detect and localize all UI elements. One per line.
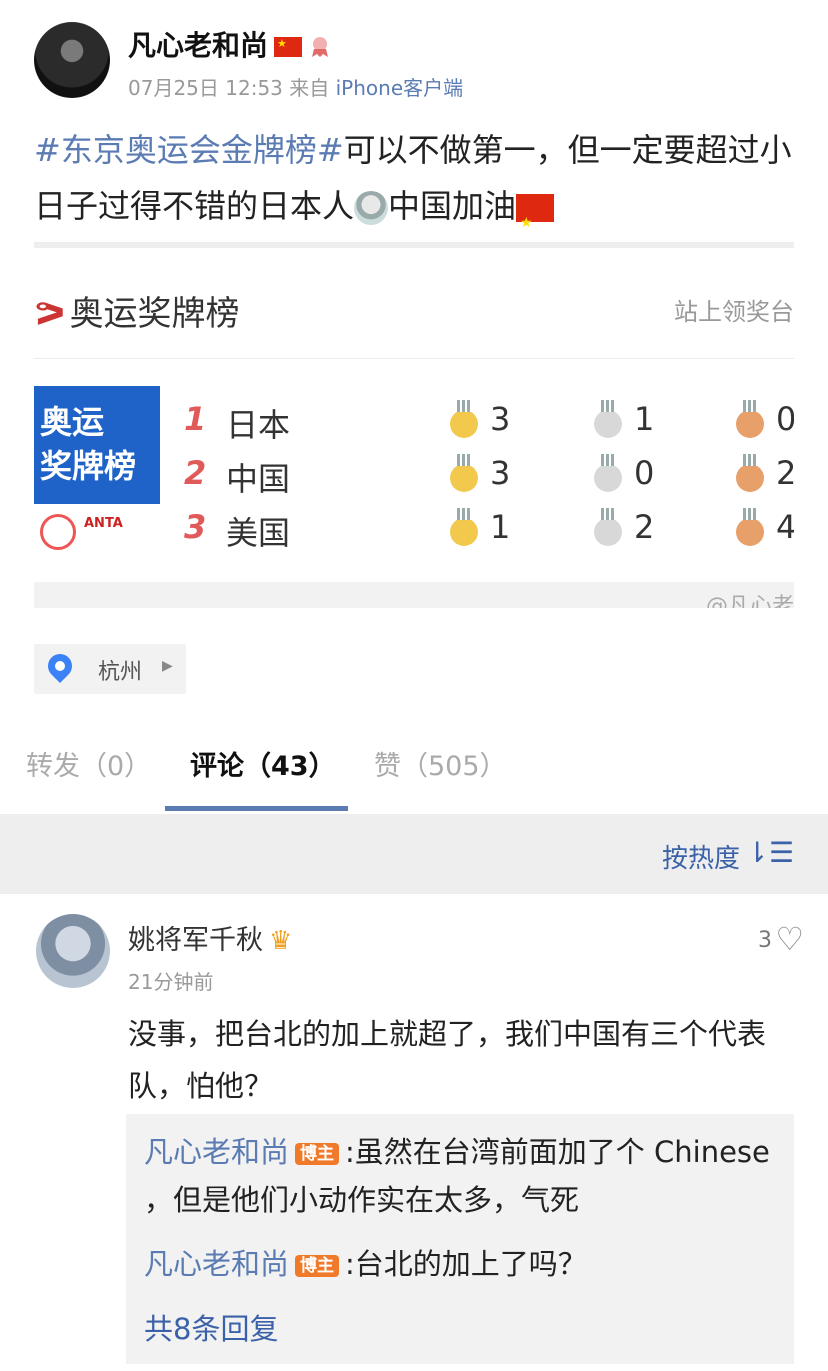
location-pin-icon xyxy=(43,649,77,683)
commenter-name[interactable]: 姚将军千秋 xyxy=(128,925,263,956)
gold-count: 3 xyxy=(490,454,511,492)
active-tab-indicator xyxy=(165,806,348,811)
olympic-rings-icon xyxy=(40,514,76,550)
post-meta: 07月25日 12:53 来自 iPhone客户端 xyxy=(128,72,463,101)
bronze-count: 4 xyxy=(776,508,794,546)
ribbon-badge-icon xyxy=(312,37,329,57)
cut-logo-icon: ᕗ xyxy=(34,294,66,334)
author-avatar[interactable] xyxy=(34,22,110,98)
olympic-medal-logo: 奥运 奖牌榜 ANTA xyxy=(34,386,160,556)
reply-author[interactable]: 凡心老和尚 xyxy=(144,1247,289,1281)
silver-medal-icon xyxy=(594,400,622,438)
country-name: 美国 xyxy=(226,514,291,552)
silver-count: 2 xyxy=(634,508,655,546)
gold-medal-icon xyxy=(450,508,478,546)
silver-count: 1 xyxy=(634,400,655,438)
medal-row: 2 中国 3 0 2 xyxy=(184,448,794,498)
image-bottom-strip xyxy=(34,582,794,608)
location-chip[interactable]: 杭州 ▶ xyxy=(34,644,186,694)
author-badge: 博主 xyxy=(295,1143,340,1165)
reply-author[interactable]: 凡心老和尚 xyxy=(144,1135,289,1169)
comment-text: 没事，把台北的加上就超了，我们中国有三个代表队，怕他？ xyxy=(128,1017,767,1103)
post-image[interactable]: ᕗ奥运奖牌榜 站上领奖台 奥运 奖牌榜 ANTA 1 日本 3 1 0 2 中国… xyxy=(34,242,794,608)
comment-time: 21分钟前 xyxy=(128,970,214,994)
location-name: 杭州 xyxy=(98,660,143,685)
tab-repost[interactable]: 转发（0） xyxy=(26,744,151,783)
ultraman-emoji-icon xyxy=(354,191,389,225)
bronze-medal-icon xyxy=(736,454,764,492)
reply-item: 凡心老和尚 博主:虽然在台湾前面加了个 Chinese ，但是他们小动作实在太多，… xyxy=(144,1128,784,1224)
crown-badge-icon: ♛ xyxy=(269,926,293,956)
post-tail: 中国加油 xyxy=(388,187,517,225)
sort-by-hot-button[interactable]: 按热度 xyxy=(662,838,740,875)
divider xyxy=(34,358,794,359)
silver-medal-icon xyxy=(594,508,622,546)
sort-icon[interactable]: ⇂☰ xyxy=(745,836,794,869)
commenter-avatar[interactable] xyxy=(36,914,110,988)
podium-text: 站上领奖台 xyxy=(674,298,794,326)
bronze-count: 2 xyxy=(776,454,794,492)
sort-bar: 按热度 ⇂☰ xyxy=(0,814,828,894)
country-name: 日本 xyxy=(226,406,291,444)
medal-table-title: ᕗ 奥运奖牌榜 xyxy=(34,294,240,334)
author-line: 凡心老和尚 xyxy=(128,24,332,64)
chevron-right-icon: ▶ xyxy=(162,658,173,674)
commenter-line: 姚将军千秋 ♛ xyxy=(128,918,292,957)
post-date: 07月25日 12:53 xyxy=(128,76,283,100)
logo-blue-block: 奥运 奖牌榜 xyxy=(34,386,160,504)
bronze-count: 0 xyxy=(776,400,794,438)
country-name: 中国 xyxy=(226,460,291,498)
source-prefix: 来自 xyxy=(289,76,336,100)
gold-count: 3 xyxy=(490,400,511,438)
gold-medal-icon xyxy=(450,400,478,438)
comment-like-count: 3 xyxy=(758,928,772,953)
author-badge: 博主 xyxy=(295,1255,340,1277)
reply-box[interactable]: 凡心老和尚 博主:虽然在台湾前面加了个 Chinese ，但是他们小动作实在太多，… xyxy=(126,1114,794,1364)
author-name[interactable]: 凡心老和尚 xyxy=(128,29,268,62)
bronze-medal-icon xyxy=(736,400,764,438)
bronze-medal-icon xyxy=(736,508,764,546)
post-text: #东京奥运会金牌榜#可以不做第一，但一定要超过小日子过得不错的日本人 中国加油 xyxy=(34,122,794,251)
rank-number: 2 xyxy=(184,454,207,492)
silver-medal-icon xyxy=(594,454,622,492)
gold-count: 1 xyxy=(490,508,511,546)
tab-like[interactable]: 赞（505） xyxy=(374,744,507,783)
logo-footer: ANTA xyxy=(34,504,160,556)
tab-comment[interactable]: 评论（43） xyxy=(190,744,336,783)
more-replies-link[interactable]: 共8条回复 xyxy=(144,1306,278,1348)
reply-item: 凡心老和尚 博主:台北的加上了吗？ xyxy=(144,1240,784,1288)
gold-medal-icon xyxy=(450,454,478,492)
hashtag-link[interactable]: #东京奥运会金牌榜# xyxy=(34,131,344,169)
brand-logo: ANTA xyxy=(84,516,123,531)
rank-number: 3 xyxy=(184,508,207,546)
medal-row: 3 美国 1 2 4 xyxy=(184,502,794,552)
logo-line2: 奖牌榜 xyxy=(40,447,137,485)
weibo-watermark: @凡心老 xyxy=(705,594,794,608)
logo-line1: 奥运 xyxy=(40,403,105,441)
heart-icon[interactable]: ♡ xyxy=(775,920,804,958)
silver-count: 0 xyxy=(634,454,655,492)
post-source[interactable]: iPhone客户端 xyxy=(336,76,464,100)
rank-number: 1 xyxy=(184,400,207,438)
china-flag-emoji-icon xyxy=(516,194,555,251)
medal-row: 1 日本 3 1 0 xyxy=(184,394,794,444)
china-flag-icon xyxy=(274,37,303,57)
reply-text: :台北的加上了吗？ xyxy=(345,1247,587,1281)
